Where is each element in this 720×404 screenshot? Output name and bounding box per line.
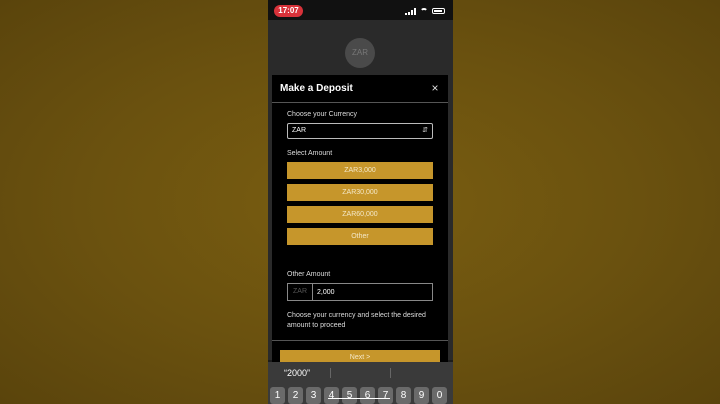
key-row: 1 2 3 4 5 6 7 8 9 0 <box>268 387 453 404</box>
other-amount-input[interactable] <box>313 284 432 300</box>
amount-option-60000[interactable]: ZAR60,000 <box>287 206 433 223</box>
other-amount-group: ZAR <box>287 283 433 301</box>
key-0[interactable]: 0 <box>432 387 447 404</box>
app-logo: ZAR <box>345 38 375 68</box>
suggestion-divider <box>330 368 331 378</box>
suggestion-bar: “2000” <box>268 362 453 384</box>
amount-option-other[interactable]: Other <box>287 228 433 245</box>
modal-divider <box>272 340 448 341</box>
chevron-updown-icon: ⇵ <box>422 127 428 134</box>
status-bar: 17:07 <box>268 0 453 20</box>
keyboard-suggestion[interactable]: “2000” <box>284 368 310 378</box>
status-icons <box>405 6 445 16</box>
key-2[interactable]: 2 <box>288 387 303 404</box>
modal-title: Make a Deposit <box>280 83 353 94</box>
key-3[interactable]: 3 <box>306 387 321 404</box>
modal-header: Make a Deposit × <box>272 75 448 103</box>
currency-value: ZAR <box>292 127 306 134</box>
key-4[interactable]: 4 <box>324 387 339 404</box>
signal-icon <box>405 7 416 15</box>
wifi-icon <box>420 8 428 14</box>
close-icon[interactable]: × <box>428 81 442 95</box>
status-time: 17:07 <box>274 5 303 17</box>
key-5[interactable]: 5 <box>342 387 357 404</box>
currency-select[interactable]: ZAR ⇵ <box>287 123 433 139</box>
select-amount-label: Select Amount <box>287 150 333 157</box>
help-text: Choose your currency and select the desi… <box>287 312 426 329</box>
deposit-modal: Make a Deposit × Choose your Currency ZA… <box>272 75 448 365</box>
currency-prefix: ZAR <box>288 284 313 300</box>
currency-label: Choose your Currency <box>287 111 358 118</box>
numeric-keyboard: “2000” 1 2 3 4 5 6 7 8 9 0 <box>268 362 453 404</box>
annotation-strike <box>328 398 390 399</box>
key-8[interactable]: 8 <box>396 387 411 404</box>
amount-option-3000[interactable]: ZAR3,000 <box>287 162 433 179</box>
key-6[interactable]: 6 <box>360 387 375 404</box>
battery-icon <box>432 8 445 14</box>
key-7[interactable]: 7 <box>378 387 393 404</box>
suggestion-divider <box>390 368 391 378</box>
other-amount-label: Other Amount <box>287 271 331 278</box>
key-9[interactable]: 9 <box>414 387 429 404</box>
key-1[interactable]: 1 <box>270 387 285 404</box>
amount-option-30000[interactable]: ZAR30,000 <box>287 184 433 201</box>
